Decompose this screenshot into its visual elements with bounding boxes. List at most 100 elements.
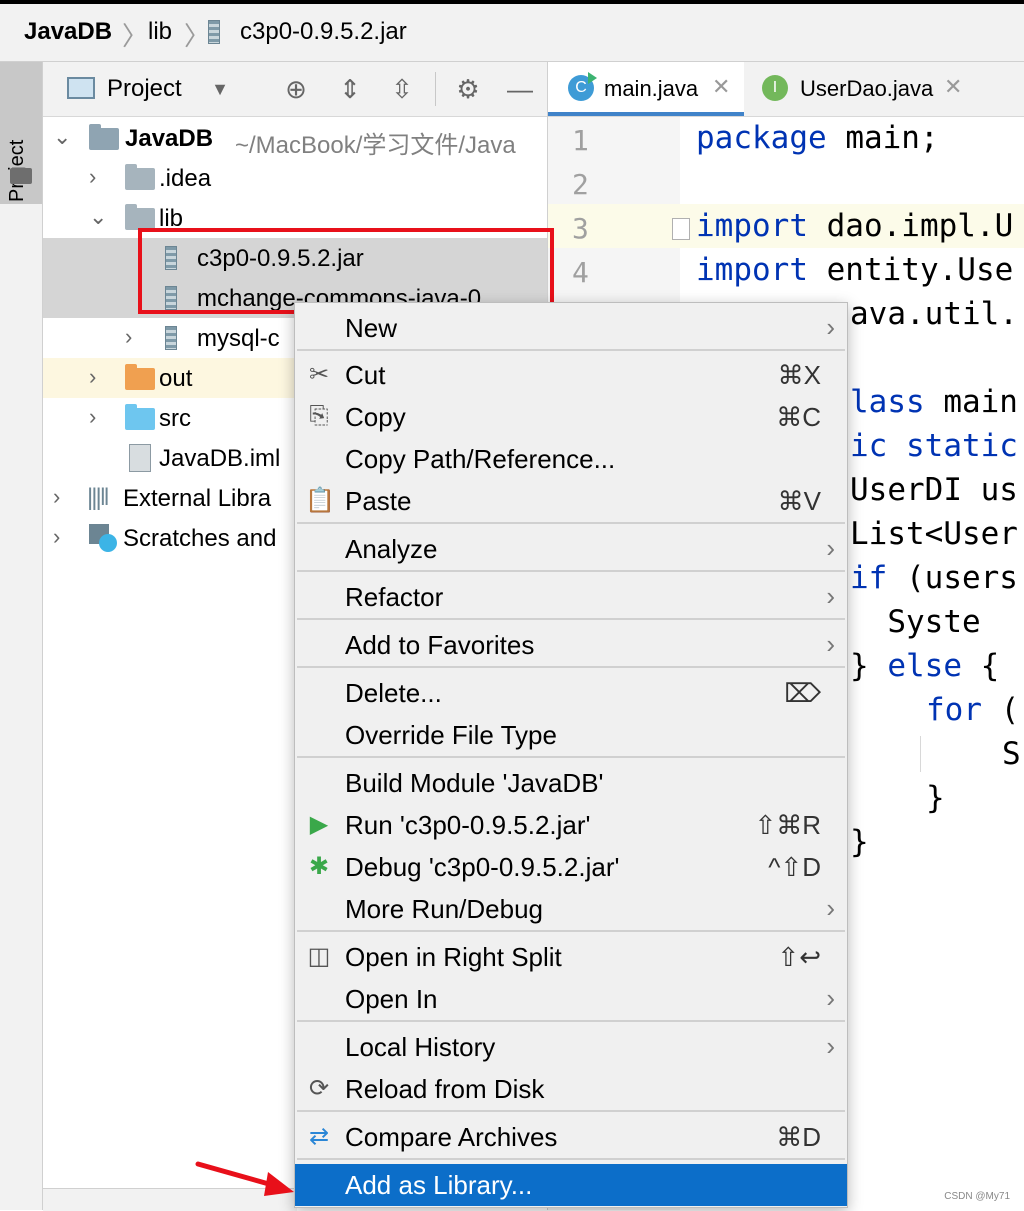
code-text: } [850, 648, 888, 684]
menu-label: Local History [345, 1032, 496, 1062]
menu-label: More Run/Debug [345, 894, 543, 924]
chevron-right-icon[interactable]: › [125, 324, 132, 350]
code-text: ava.util. [850, 296, 1018, 332]
reload-icon: ⟳ [308, 1075, 330, 1102]
chevron-down-icon[interactable]: ⌄ [89, 204, 107, 230]
menu-label: Copy [345, 402, 406, 432]
line-number: 1 [572, 124, 589, 157]
menu-label: Analyze [345, 534, 438, 564]
menu-item-analyze[interactable]: Analyze › [295, 528, 847, 570]
menu-item-debug[interactable]: ✱ Debug 'c3p0-0.9.5.2.jar' ^⇧D [295, 846, 847, 888]
menu-item-compare-archives[interactable]: ⇄ Compare Archives ⌘D [295, 1116, 847, 1158]
editor-tabs: C main.java ✕ I UserDao.java ✕ [548, 62, 1024, 117]
collapse-all-icon[interactable]: ⇳ [387, 74, 417, 104]
breadcrumb-project[interactable]: JavaDB [24, 18, 112, 46]
breadcrumb-folder[interactable]: lib [148, 18, 172, 46]
menu-item-add-to-favorites[interactable]: Add to Favorites › [295, 624, 847, 666]
tree-root-path: ~/MacBook/学习文件/Java [235, 132, 516, 159]
code-keyword: if [850, 560, 888, 596]
breadcrumb-file[interactable]: c3p0-0.9.5.2.jar [240, 18, 407, 46]
menu-item-copy[interactable]: ⎘ Copy ⌘C [295, 396, 847, 438]
code-keyword: else [887, 648, 962, 684]
chevron-right-icon: 〉 [122, 21, 149, 51]
menu-item-open-in[interactable]: Open In › [295, 978, 847, 1020]
locate-icon[interactable]: ⊕ [281, 74, 311, 104]
menu-item-copy-path[interactable]: Copy Path/Reference... [295, 438, 847, 480]
menu-label: Open In [345, 984, 438, 1014]
tab-main-java[interactable]: C main.java ✕ [548, 62, 744, 116]
menu-shortcut: ⌘D [776, 1122, 821, 1152]
tree-label: src [159, 405, 191, 432]
menu-item-build-module[interactable]: Build Module 'JavaDB' [295, 762, 847, 804]
menu-item-add-as-library[interactable]: Add as Library... [295, 1164, 847, 1206]
chevron-right-icon[interactable]: › [89, 164, 96, 190]
watermark: CSDN @My71 [944, 1191, 1010, 1202]
tree-item-root[interactable]: ⌄ JavaDB ~/MacBook/学习文件/Java [43, 118, 547, 159]
chevron-right-icon: › [826, 629, 835, 659]
menu-label: New [345, 313, 398, 343]
tab-userdao-java[interactable]: I UserDao.java ✕ [744, 62, 984, 116]
menu-item-override-file-type[interactable]: Override File Type [295, 714, 847, 756]
project-toolbar: Project ▼ ⊕ ⇕ ⇳ ⚙ — [43, 62, 547, 117]
menu-shortcut: ^⇧D [768, 852, 821, 882]
tree-root-name: JavaDB [125, 125, 214, 152]
code-keyword: lass [850, 384, 925, 420]
menu-item-new[interactable]: New › [295, 307, 847, 349]
line-number: 2 [572, 168, 589, 201]
menu-label: Override File Type [345, 720, 557, 750]
menu-label: Cut [345, 360, 386, 390]
library-icon: |||‖ [87, 484, 110, 511]
menu-item-cut[interactable]: ✂ Cut ⌘X [295, 354, 847, 396]
chevron-right-icon: › [826, 893, 835, 923]
menu-item-refactor[interactable]: Refactor › [295, 576, 847, 618]
chevron-down-icon[interactable]: ▼ [205, 74, 235, 104]
chevron-right-icon: › [826, 1031, 835, 1061]
chevron-right-icon[interactable]: › [89, 364, 96, 390]
menu-label: Add as Library... [345, 1170, 533, 1200]
file-icon [129, 444, 151, 472]
line-number: 3 [572, 212, 589, 245]
menu-item-reload-from-disk[interactable]: ⟳ Reload from Disk [295, 1068, 847, 1110]
chevron-right-icon[interactable]: › [53, 524, 60, 550]
menu-shortcut: ⌘V [777, 486, 821, 516]
menu-item-local-history[interactable]: Local History › [295, 1026, 847, 1068]
fold-icon[interactable] [672, 218, 690, 240]
annotation-arrow [195, 1161, 294, 1196]
indent-guide [920, 736, 921, 772]
code-text: List<User [850, 516, 1018, 552]
chevron-down-icon[interactable]: ⌄ [53, 124, 71, 150]
menu-item-more-run-debug[interactable]: More Run/Debug › [295, 888, 847, 930]
close-icon[interactable]: ✕ [944, 74, 962, 100]
chevron-right-icon[interactable]: › [53, 484, 60, 510]
run-marker-icon [588, 72, 597, 84]
code-text: } [850, 824, 869, 860]
tree-item-idea[interactable]: › .idea [43, 158, 547, 198]
folder-icon [125, 404, 155, 430]
code-text: { [961, 648, 1000, 684]
menu-item-open-right-split[interactable]: ◫ Open in Right Split ⇧↩ [295, 936, 847, 978]
code-text: dao.impl.U [807, 208, 1014, 244]
menu-label: Compare Archives [345, 1122, 558, 1152]
gear-icon[interactable]: ⚙ [453, 74, 483, 104]
project-view-title[interactable]: Project [107, 75, 182, 103]
toolbar-divider [435, 72, 436, 106]
menu-shortcut: ⌘C [776, 402, 821, 432]
project-tool-window-button[interactable]: Project [0, 62, 42, 204]
chevron-right-icon[interactable]: › [89, 404, 96, 430]
menu-item-paste[interactable]: 📋 Paste ⌘V [295, 480, 847, 522]
minimize-icon[interactable]: — [505, 74, 535, 104]
close-icon[interactable]: ✕ [712, 74, 730, 100]
expand-all-icon[interactable]: ⇕ [335, 74, 365, 104]
chevron-right-icon: › [826, 312, 835, 342]
menu-label: Paste [345, 486, 412, 516]
debug-bug-icon: ✱ [308, 853, 330, 880]
menu-item-delete[interactable]: Delete... ⌦ [295, 672, 847, 714]
menu-separator [297, 522, 845, 524]
folder-icon [10, 168, 32, 184]
tab-label: main.java [604, 76, 699, 101]
code-keyword: import [696, 208, 808, 244]
menu-separator [297, 349, 845, 351]
menu-label: Run 'c3p0-0.9.5.2.jar' [345, 810, 591, 840]
menu-item-run[interactable]: ▶ Run 'c3p0-0.9.5.2.jar' ⇧⌘R [295, 804, 847, 846]
clipboard-icon: 📋 [305, 487, 335, 514]
